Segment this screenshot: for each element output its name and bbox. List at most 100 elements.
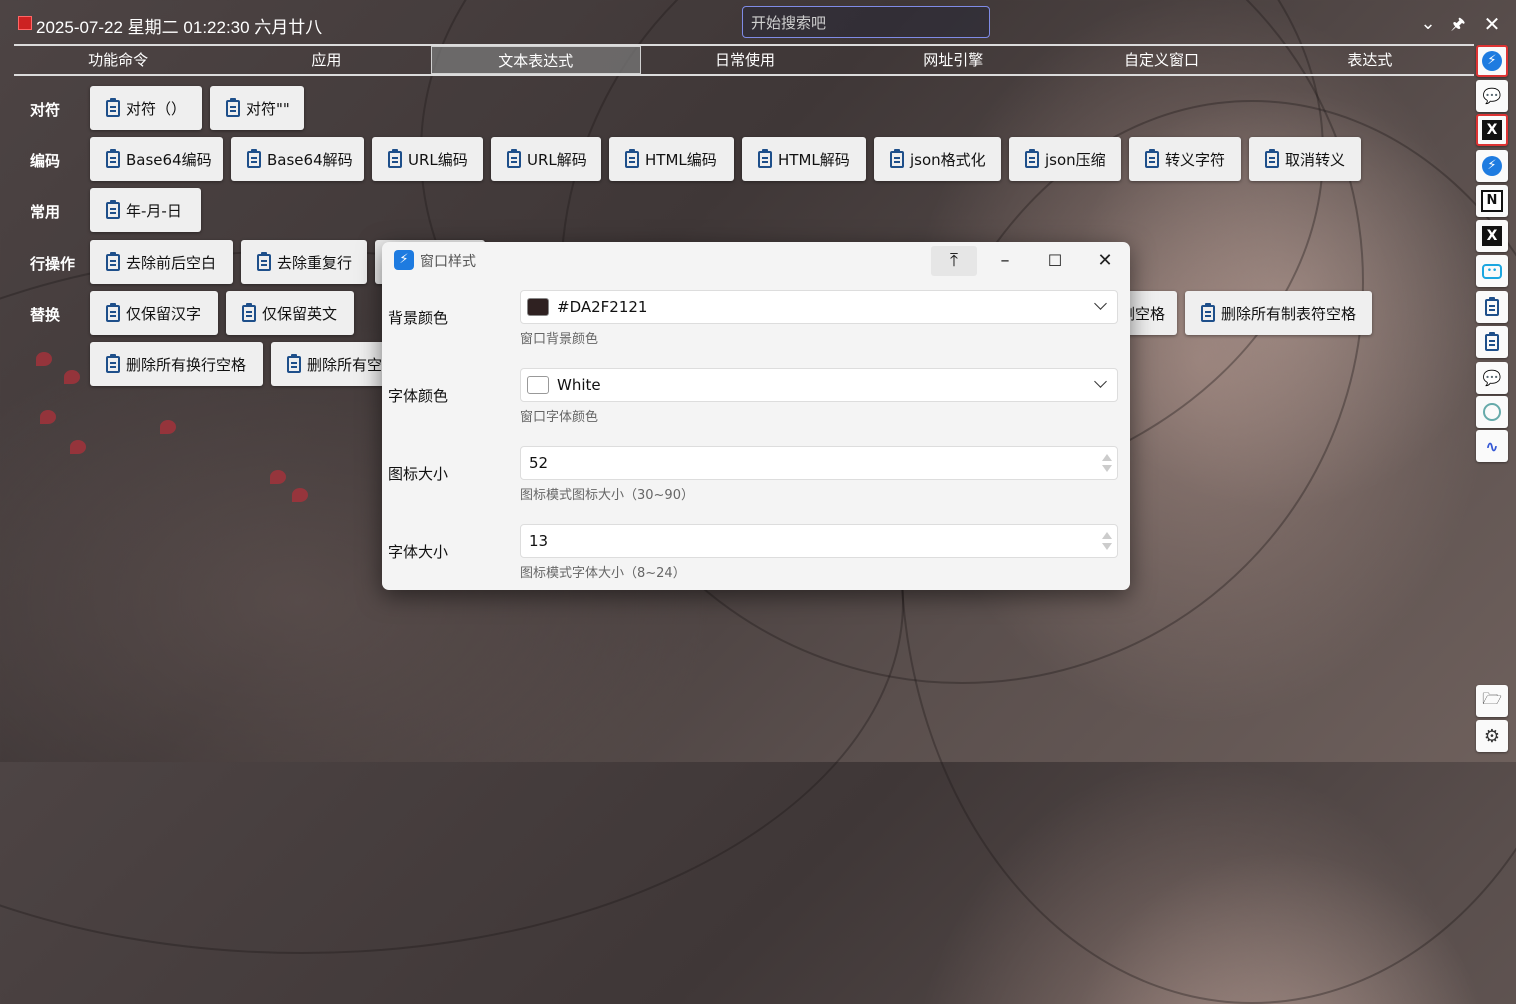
spinner-icon[interactable] (1101, 454, 1112, 472)
command-button[interactable]: HTML编码 (609, 137, 734, 181)
x-logo-icon[interactable]: X (1476, 220, 1508, 252)
tab-text-expressions[interactable]: 文本表达式 (430, 46, 641, 74)
command-button[interactable]: 删除所有空 (271, 342, 391, 386)
clipboard-icon[interactable] (1476, 291, 1508, 323)
command-button[interactable]: 取消转义 (1249, 137, 1361, 181)
tab-apps[interactable]: 应用 (222, 46, 430, 74)
font-color-hint: 窗口字体颜色 (520, 410, 599, 425)
chevron-down-icon (1094, 297, 1107, 310)
command-button[interactable]: 年-月-日 (90, 188, 201, 232)
clipboard-icon (625, 148, 639, 168)
icon-size-hint: 图标模式图标大小（30~90） (520, 488, 694, 503)
font-size-hint: 图标模式字体大小（8~24） (520, 566, 686, 581)
clipboard-icon (247, 148, 261, 168)
category-tabs: 功能命令 应用 文本表达式 日常使用 网址引擎 自定义窗口 表达式 (14, 44, 1474, 76)
clipboard-icon (1145, 148, 1159, 168)
command-button[interactable]: URL解码 (491, 137, 601, 181)
pin-icon[interactable]: 🖈 (1446, 12, 1470, 36)
clipboard-icon (106, 302, 120, 322)
command-button[interactable]: 去除前后空白 (90, 240, 233, 284)
color-swatch (527, 298, 549, 316)
command-button[interactable]: 删除所有换行空格 (90, 342, 263, 386)
clipboard-icon (257, 251, 271, 271)
clipboard-icon (388, 148, 402, 168)
clipboard-icon (106, 353, 120, 373)
minimize-icon[interactable]: – (982, 246, 1028, 276)
clipboard-icon (287, 353, 301, 373)
chatgpt-icon[interactable] (1476, 396, 1508, 428)
font-size-input[interactable]: 13 (520, 524, 1118, 558)
maximize-icon[interactable]: ☐ (1032, 246, 1078, 276)
clipboard-icon (890, 148, 904, 168)
command-button[interactable]: URL编码 (372, 137, 483, 181)
clipboard-icon (1265, 148, 1279, 168)
folder-icon[interactable]: 🗁 (1476, 685, 1508, 717)
command-button[interactable]: 对符（） (90, 86, 202, 130)
clipboard-icon[interactable] (1476, 326, 1508, 358)
app-icon (18, 16, 32, 30)
row-label-line-ops: 行操作 (30, 255, 76, 273)
command-button[interactable]: HTML解码 (742, 137, 866, 181)
row-label-common: 常用 (30, 203, 61, 221)
command-button[interactable]: json压缩 (1009, 137, 1121, 181)
clipboard-icon (242, 302, 256, 322)
settings-icon[interactable]: ⚙ (1476, 720, 1508, 752)
close-icon[interactable]: ✕ (1480, 12, 1504, 36)
deepseek-icon[interactable]: ∿ (1476, 430, 1508, 462)
close-icon[interactable]: ✕ (1082, 246, 1128, 276)
command-button[interactable]: 对符"" (210, 86, 304, 130)
clipboard-icon (106, 148, 120, 168)
clipboard-icon (1201, 302, 1215, 322)
notion-icon[interactable]: N (1476, 185, 1508, 217)
command-button[interactable]: 去除重复行 (241, 240, 367, 284)
font-color-select[interactable]: White (520, 368, 1118, 402)
command-button[interactable]: 删除所有制表符空格 (1185, 291, 1372, 335)
clipboard-icon (106, 199, 120, 219)
search-input[interactable] (743, 7, 983, 39)
clipboard-icon (758, 148, 772, 168)
bg-color-hint: 窗口背景颜色 (520, 332, 599, 347)
tab-expressions[interactable]: 表达式 (1266, 46, 1474, 74)
bg-color-label: 背景颜色 (388, 309, 449, 327)
dialog-title: 窗口样式 (420, 254, 476, 270)
command-button[interactable]: Base64编码 (90, 137, 223, 181)
lightning-icon[interactable]: ⚡ (1476, 45, 1508, 77)
lightning-icon[interactable]: ⚡ (1476, 150, 1508, 182)
command-button[interactable]: json格式化 (874, 137, 1001, 181)
bg-color-select[interactable]: #DA2F2121 (520, 290, 1118, 324)
clipboard-icon (106, 251, 120, 271)
datetime-display: 2025-07-22 星期二 01:22:30 六月廿八 (36, 18, 323, 37)
clipboard-icon (507, 148, 521, 168)
bilibili-icon[interactable]: •• (1476, 255, 1508, 287)
spinner-icon[interactable] (1101, 532, 1112, 550)
title-bar: 2025-07-22 星期二 01:22:30 六月廿八 ⌄ 🖈 ✕ (14, 4, 1508, 42)
chevron-down-icon (1094, 375, 1107, 388)
row-label-encode: 编码 (30, 152, 61, 170)
command-button[interactable]: 仅保留英文 (226, 291, 354, 335)
tab-url-engines[interactable]: 网址引擎 (849, 46, 1057, 74)
translate-icon[interactable]: 💬 (1476, 362, 1508, 394)
command-button[interactable]: 转义字符 (1129, 137, 1241, 181)
tab-daily-use[interactable]: 日常使用 (641, 46, 849, 74)
clipboard-icon (106, 97, 120, 117)
x-logo-icon[interactable]: X (1476, 114, 1508, 146)
icon-size-input[interactable]: 52 (520, 446, 1118, 480)
command-button[interactable]: 仅保留汉字 (90, 291, 218, 335)
search-box[interactable] (742, 6, 990, 39)
row-label-replace: 替换 (30, 306, 61, 324)
icon-size-label: 图标大小 (388, 465, 449, 483)
chat-icon[interactable]: 💬 (1476, 80, 1508, 112)
window-style-dialog: ⚡ 窗口样式 ⤒ – ☐ ✕ 背景颜色 #DA2F2121 窗口背景颜色 字体颜… (382, 242, 1130, 590)
app-logo-icon: ⚡ (394, 250, 414, 270)
tab-custom-window[interactable]: 自定义窗口 (1057, 46, 1265, 74)
row-label-pairs: 对符 (30, 101, 61, 119)
clipboard-icon (1025, 148, 1039, 168)
clipboard-icon (226, 97, 240, 117)
pin-top-icon[interactable]: ⤒ (931, 246, 977, 276)
chevron-down-icon[interactable]: ⌄ (1416, 12, 1440, 36)
font-size-label: 字体大小 (388, 543, 449, 561)
tab-functions[interactable]: 功能命令 (14, 46, 222, 74)
font-color-label: 字体颜色 (388, 387, 449, 405)
color-swatch (527, 376, 549, 394)
command-button[interactable]: Base64解码 (231, 137, 364, 181)
